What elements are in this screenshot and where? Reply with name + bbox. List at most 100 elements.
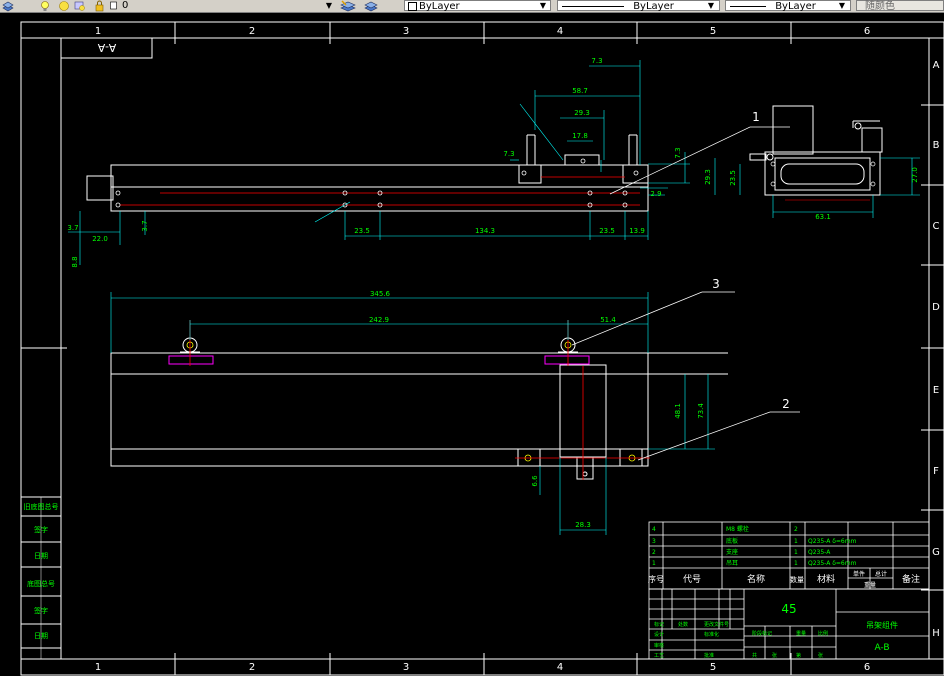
dim-29-3-side: 29.3 [704,169,712,185]
zone-side-f: F [933,466,939,477]
layer-on-bulb-icon[interactable] [40,0,50,12]
lineweight-dropdown-value: ByLayer [775,1,816,12]
svg-text:第: 第 [796,652,801,659]
lineweight-sample-icon [730,5,766,7]
drawing-frame [20,21,944,676]
dim-13-9: 13.9 [629,227,645,235]
make-current-layer-icon[interactable] [340,0,356,12]
bom-row-3-material: Q235-A δ=6mm [808,538,857,545]
bom-header-weight: 重量 [864,581,876,589]
svg-text:审核: 审核 [654,642,664,649]
svg-text:标准化: 标准化 [704,631,719,638]
bom-row-3-no: 3 [652,538,656,545]
layer-viewport-icon[interactable] [74,0,86,12]
bom-header: 序号 代号 名称 数量 材料 单件 总计 重量 备注 [648,570,920,589]
front-view-hatches [168,355,590,365]
strip-label-drawing-no: 底图总号 [27,579,55,588]
svg-text:标记: 标记 [654,621,664,628]
dim-22-0: 22.0 [92,235,108,243]
dim-48-1: 48.1 [674,403,682,419]
top-view-dim-lines [68,60,690,265]
bom-header-qty: 数量 [790,575,804,584]
title-drawing-no: A-B [874,643,889,653]
bom-row-3-qty: 1 [794,538,798,545]
dim-3-7-mid: 3.7 [141,220,149,231]
layer-color-swatch-icon [110,0,118,12]
svg-text:处数: 处数 [678,621,688,628]
dim-23-5-b: 23.5 [599,227,615,235]
zone-bottom-4: 4 [557,662,563,673]
dim-29-3: 29.3 [574,109,590,117]
linetype-dropdown-arrow-icon[interactable]: ▼ [706,1,716,11]
svg-text:共: 共 [752,652,757,659]
bom-row-4-name: M8 螺栓 [726,525,749,533]
zone-side-a: A [933,60,940,71]
lineweight-dropdown[interactable]: ByLayer [725,0,851,12]
dim-28-3: 28.3 [575,521,591,529]
bom-header-name: 名称 [747,573,765,585]
dim-134-3: 134.3 [475,227,495,235]
strip-label-date-1: 日期 [34,552,48,560]
balloon-1: 1 [752,110,760,124]
layer-previous-icon[interactable] [364,0,378,12]
bom-row-2-qty: 1 [794,549,798,556]
layer-dropdown-value[interactable]: 0 [122,0,128,12]
dim-2-9: 2.9 [650,190,661,198]
layer-manager-icon[interactable] [2,0,14,12]
dim-27-0: 27.0 [911,167,919,183]
layer-dropdown-arrow-icon[interactable]: ▼ [324,1,334,11]
zone-bottom-1: 1 [95,662,101,673]
zone-top-4: 4 [557,26,563,37]
zone-side-c: C [933,221,940,232]
bom-row-4-qty: 2 [794,526,798,533]
title-part-name: 吊架组件 [866,620,898,630]
dim-23-5-a: 23.5 [354,227,370,235]
zone-side-e: E [933,385,939,396]
zone-bottom-3: 3 [403,662,409,673]
zone-bottom-6: 6 [864,662,870,673]
zone-bottom-2: 2 [249,662,255,673]
side-view-holes [770,161,876,187]
top-view-beam [86,134,649,212]
dim-51-4: 51.4 [600,316,616,324]
svg-text:工艺: 工艺 [654,653,664,659]
dim-7-3-right: 7.3 [674,147,682,158]
color-dropdown-value: ByLayer [419,1,460,12]
dim-63-1: 63.1 [815,213,831,221]
side-view-dim-lines [714,157,920,218]
zone-top-6: 6 [864,26,870,37]
bom-header-no: 序号 [648,574,664,584]
strip-label-old-drawing-no: 旧底图总号 [24,502,59,511]
dim-58-7: 58.7 [572,87,588,95]
bom-header-total: 总计 [875,570,887,578]
svg-text:比例: 比例 [818,630,828,637]
zone-top-1: 1 [95,26,101,37]
dim-7-3-top: 7.3 [591,57,602,65]
bom-row-1-material: Q235-A δ=6mm [808,560,857,567]
lineweight-dropdown-arrow-icon[interactable]: ▼ [837,1,847,11]
section-label: A-A [97,41,116,54]
bom-header-material: 材料 [817,573,835,585]
dim-73-4: 73.4 [697,403,705,419]
layer-freeze-sun-icon[interactable] [58,0,70,12]
plotstyle-dropdown[interactable]: 随颜色 [856,0,944,12]
bom-row-2-no: 2 [652,549,656,556]
linetype-dropdown-value: ByLayer [633,1,674,12]
top-view-holes [115,158,639,208]
color-dropdown[interactable]: ByLayer [404,0,551,12]
svg-text:重量: 重量 [796,630,806,637]
dim-17-8: 17.8 [572,132,588,140]
title-material: 45 [781,602,796,616]
zone-side-d: D [932,302,940,313]
drawing-canvas[interactable]: 1 2 3 4 5 6 1 2 3 4 5 6 A B C D E F G H … [0,12,944,676]
layer-lock-icon[interactable] [95,0,105,12]
strip-label-date-2: 日期 [34,632,48,640]
linetype-dropdown[interactable]: ByLayer [557,0,720,12]
dim-7-3-left: 7.3 [503,150,514,158]
color-dropdown-arrow-icon[interactable]: ▼ [538,1,548,11]
zone-top-2: 2 [249,26,255,37]
dim-3-7-left: 3.7 [67,224,78,232]
dim-345-6: 345.6 [370,290,391,298]
svg-text:张: 张 [772,652,777,659]
zone-top-3: 3 [403,26,409,37]
